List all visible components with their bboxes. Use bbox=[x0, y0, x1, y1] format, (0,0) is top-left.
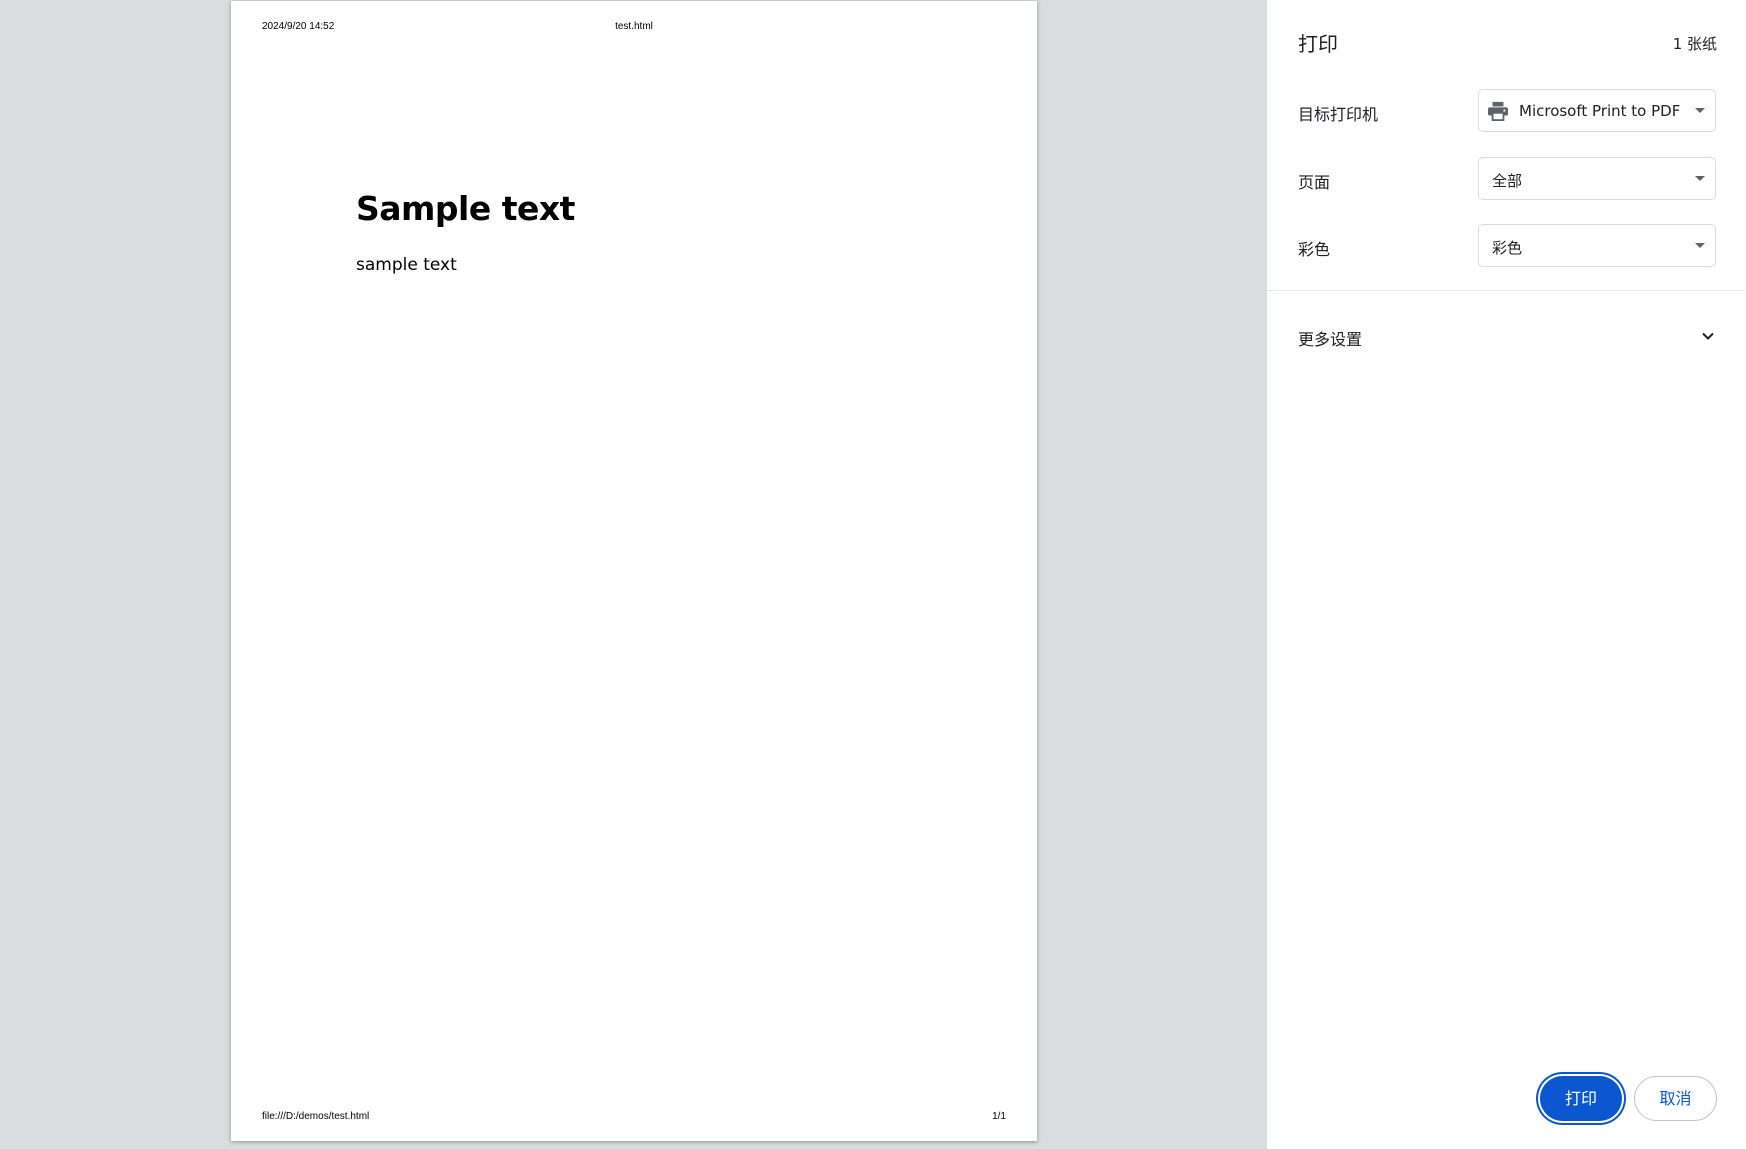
chevron-down-icon bbox=[1702, 332, 1714, 340]
print-button[interactable]: 打印 bbox=[1540, 1076, 1622, 1121]
pages-select[interactable]: 全部 bbox=[1478, 157, 1716, 200]
dialog-title: 打印 bbox=[1298, 32, 1338, 56]
printer-icon bbox=[1488, 101, 1508, 121]
color-select[interactable]: 彩色 bbox=[1478, 224, 1716, 267]
more-settings-toggle[interactable]: 更多设置 bbox=[1267, 318, 1746, 358]
page-footer-url: file:///D:/demos/test.html bbox=[262, 1111, 370, 1122]
more-settings-label: 更多设置 bbox=[1298, 330, 1363, 349]
document-heading: Sample text bbox=[356, 189, 575, 228]
page-footer-page-number: 1/1 bbox=[992, 1111, 1006, 1122]
print-settings-sidebar: 打印 1 张纸 目标打印机 Microsoft Print to PDF 页面 … bbox=[1267, 0, 1746, 1149]
color-value: 彩色 bbox=[1492, 239, 1523, 257]
preview-page: 2024/9/20 14:52 test.html Sample text sa… bbox=[231, 1, 1037, 1141]
document-paragraph: sample text bbox=[356, 255, 457, 275]
page-header-title: test.html bbox=[615, 21, 653, 32]
caret-down-icon bbox=[1695, 243, 1705, 248]
cancel-button[interactable]: 取消 bbox=[1634, 1076, 1717, 1121]
color-label: 彩色 bbox=[1298, 240, 1331, 259]
caret-down-icon bbox=[1695, 108, 1705, 113]
caret-down-icon bbox=[1695, 176, 1705, 181]
print-dialog: 2024/9/20 14:52 test.html Sample text sa… bbox=[0, 0, 1746, 1149]
destination-label: 目标打印机 bbox=[1298, 105, 1379, 124]
destination-value: Microsoft Print to PDF bbox=[1519, 102, 1681, 120]
pages-label: 页面 bbox=[1298, 173, 1331, 192]
divider bbox=[1267, 290, 1746, 291]
destination-select[interactable]: Microsoft Print to PDF bbox=[1478, 89, 1716, 132]
print-preview-area: 2024/9/20 14:52 test.html Sample text sa… bbox=[0, 0, 1267, 1149]
sheet-count: 1 张纸 bbox=[1672, 35, 1717, 53]
pages-value: 全部 bbox=[1492, 172, 1523, 190]
